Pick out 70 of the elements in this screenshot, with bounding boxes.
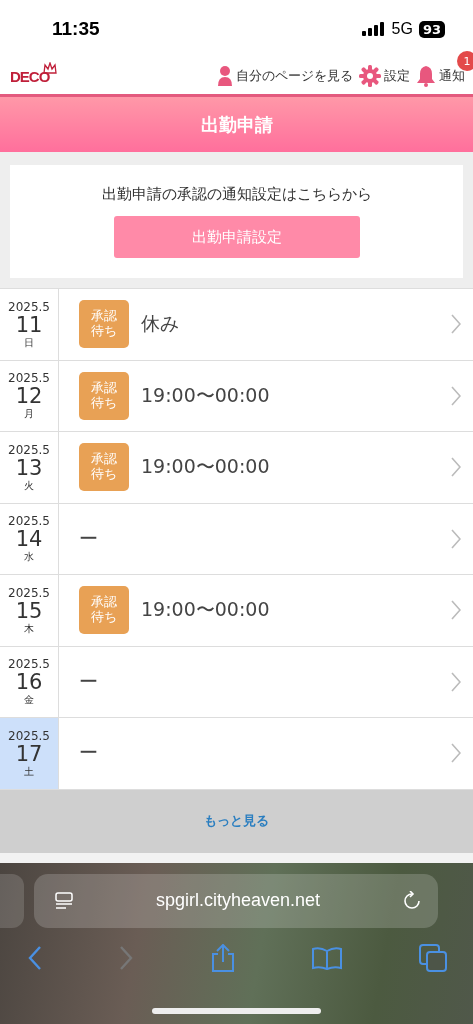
- month-label: 2025.5: [8, 372, 50, 386]
- weekday-label: 水: [24, 551, 34, 563]
- shift-value: ー: [79, 668, 98, 694]
- status-badge: 承認待ち: [79, 586, 129, 635]
- day-number: 11: [15, 313, 43, 337]
- chevron-right-icon: [451, 528, 461, 549]
- chevron-right-icon: [451, 457, 461, 478]
- month-label: 2025.5: [8, 515, 50, 529]
- address-bar[interactable]: spgirl.cityheaven.net: [34, 873, 438, 928]
- day-row[interactable]: 2025.5 15 木 承認待ち 19:00〜00:00: [0, 574, 473, 646]
- shift-value: ー: [79, 525, 98, 551]
- notice-text: 出勤申請の承認の通知設定はこちらから: [101, 185, 372, 204]
- weekday-label: 月: [24, 408, 34, 420]
- status-badge: 承認待ち: [79, 443, 129, 492]
- page-title: 出勤申請: [0, 97, 473, 152]
- chevron-right-icon: [451, 671, 461, 692]
- person-icon[interactable]: [217, 65, 233, 87]
- share-icon[interactable]: [210, 943, 235, 972]
- header-link[interactable]: 自分のページを見る: [236, 67, 353, 85]
- crown-icon: [43, 61, 58, 74]
- day-row[interactable]: 2025.5 14 水 ー: [0, 502, 473, 574]
- day-row[interactable]: 2025.5 12 月 承認待ち 19:00〜00:00: [0, 359, 473, 431]
- network-label: 5G: [391, 20, 413, 38]
- chevron-right-icon: [451, 314, 461, 335]
- status-badge: 承認待ち: [79, 371, 129, 420]
- tab-stub[interactable]: [0, 873, 24, 928]
- chevron-right-icon: [451, 600, 461, 621]
- shift-value: 19:00〜00:00: [141, 454, 270, 480]
- chevron-right-icon: [451, 385, 461, 406]
- weekday-label: 土: [24, 765, 34, 777]
- month-label: 2025.5: [8, 586, 50, 600]
- forward-icon[interactable]: [119, 945, 134, 970]
- weekday-label: 金: [24, 694, 34, 706]
- day-number: 17: [15, 742, 43, 766]
- shift-value: 19:00〜00:00: [141, 382, 270, 408]
- back-icon[interactable]: [28, 945, 42, 970]
- bell-icon[interactable]: [416, 65, 436, 87]
- day-row[interactable]: 2025.5 13 火 承認待ち 19:00〜00:00: [0, 431, 473, 503]
- month-label: 2025.5: [8, 729, 50, 743]
- weekday-label: 火: [24, 479, 34, 491]
- notification-badge: 1: [457, 51, 473, 71]
- day-number: 13: [15, 456, 43, 480]
- status-badge: 承認待ち: [79, 300, 129, 349]
- signal-icon: [361, 22, 386, 36]
- url-text: spgirl.cityheaven.net: [155, 890, 321, 911]
- shift-value: 休み: [141, 311, 179, 337]
- day-row[interactable]: 2025.5 11 日 承認待ち 休み: [0, 288, 473, 360]
- logo-text[interactable]: DECO: [10, 67, 50, 85]
- day-row[interactable]: 2025.5 17 土 ー: [0, 717, 473, 789]
- chevron-right-icon: [451, 743, 461, 764]
- reader-icon[interactable]: [54, 890, 74, 911]
- day-number: 12: [15, 385, 43, 409]
- reload-icon[interactable]: [402, 890, 422, 911]
- bookmarks-icon[interactable]: [311, 945, 342, 970]
- month-label: 2025.5: [8, 658, 50, 672]
- day-number: 16: [15, 671, 43, 695]
- weekday-label: 木: [24, 622, 34, 634]
- day-row[interactable]: 2025.5 16 金 ー: [0, 645, 473, 717]
- header-link[interactable]: 設定: [384, 67, 410, 85]
- tabs-icon[interactable]: [419, 943, 447, 972]
- battery-level: 93: [418, 20, 445, 38]
- shift-value: ー: [79, 740, 98, 766]
- weekday-label: 日: [24, 336, 34, 348]
- month-label: 2025.5: [8, 443, 50, 457]
- day-number: 15: [15, 599, 43, 623]
- month-label: 2025.5: [8, 300, 50, 314]
- day-number: 14: [15, 528, 43, 552]
- shift-value: 19:00〜00:00: [141, 597, 270, 623]
- settings-icon[interactable]: [359, 65, 381, 87]
- clock-time: 11:35: [52, 18, 100, 40]
